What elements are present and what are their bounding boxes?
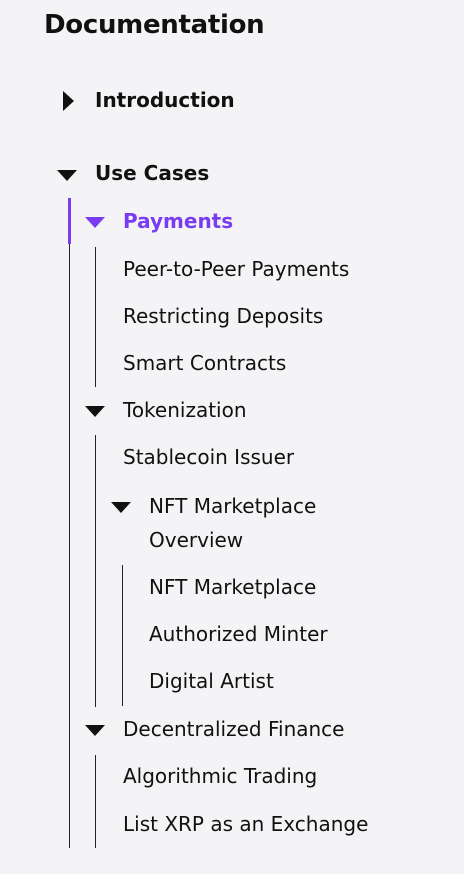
caret-right-icon[interactable]	[63, 91, 74, 111]
nav-item-payments[interactable]: Payments	[123, 207, 233, 235]
caret-down-icon[interactable]	[85, 725, 105, 736]
nav-item-smart-contracts[interactable]: Smart Contracts	[123, 349, 286, 377]
nav-item-authorized-minter[interactable]: Authorized Minter	[149, 620, 328, 648]
nav-item-peer-to-peer-payments[interactable]: Peer-to-Peer Payments	[123, 255, 349, 283]
caret-down-icon[interactable]	[57, 170, 77, 181]
caret-down-icon[interactable]	[85, 217, 105, 228]
caret-down-icon[interactable]	[111, 502, 131, 513]
nav-item-tokenization[interactable]: Tokenization	[123, 396, 247, 424]
nav-item-nft-marketplace[interactable]: NFT Marketplace	[149, 573, 316, 601]
nav-item-stablecoin-issuer[interactable]: Stablecoin Issuer	[123, 443, 294, 471]
nav-item-introduction[interactable]: Introduction	[95, 86, 235, 114]
nav-item-list-xrp-as-an-exchange[interactable]: List XRP as an Exchange	[123, 810, 368, 838]
tree-line-use-cases	[69, 198, 70, 848]
tree-line-decentralized-finance	[95, 755, 96, 848]
caret-down-icon[interactable]	[85, 406, 105, 417]
tree-line-payments	[95, 247, 96, 387]
nav-item-restricting-deposits[interactable]: Restricting Deposits	[123, 302, 323, 330]
nav-item-digital-artist[interactable]: Digital Artist	[149, 667, 274, 695]
nav-item-nft-marketplace-overview[interactable]: NFT Marketplace Overview	[149, 489, 359, 557]
tree-line-nft-marketplace	[122, 565, 123, 706]
active-indicator	[68, 198, 71, 244]
page-title: Documentation	[44, 10, 265, 40]
nav-item-decentralized-finance[interactable]: Decentralized Finance	[123, 715, 344, 743]
nav-item-use-cases[interactable]: Use Cases	[95, 159, 209, 187]
nav-item-algorithmic-trading[interactable]: Algorithmic Trading	[123, 762, 317, 790]
tree-line-tokenization	[95, 435, 96, 707]
